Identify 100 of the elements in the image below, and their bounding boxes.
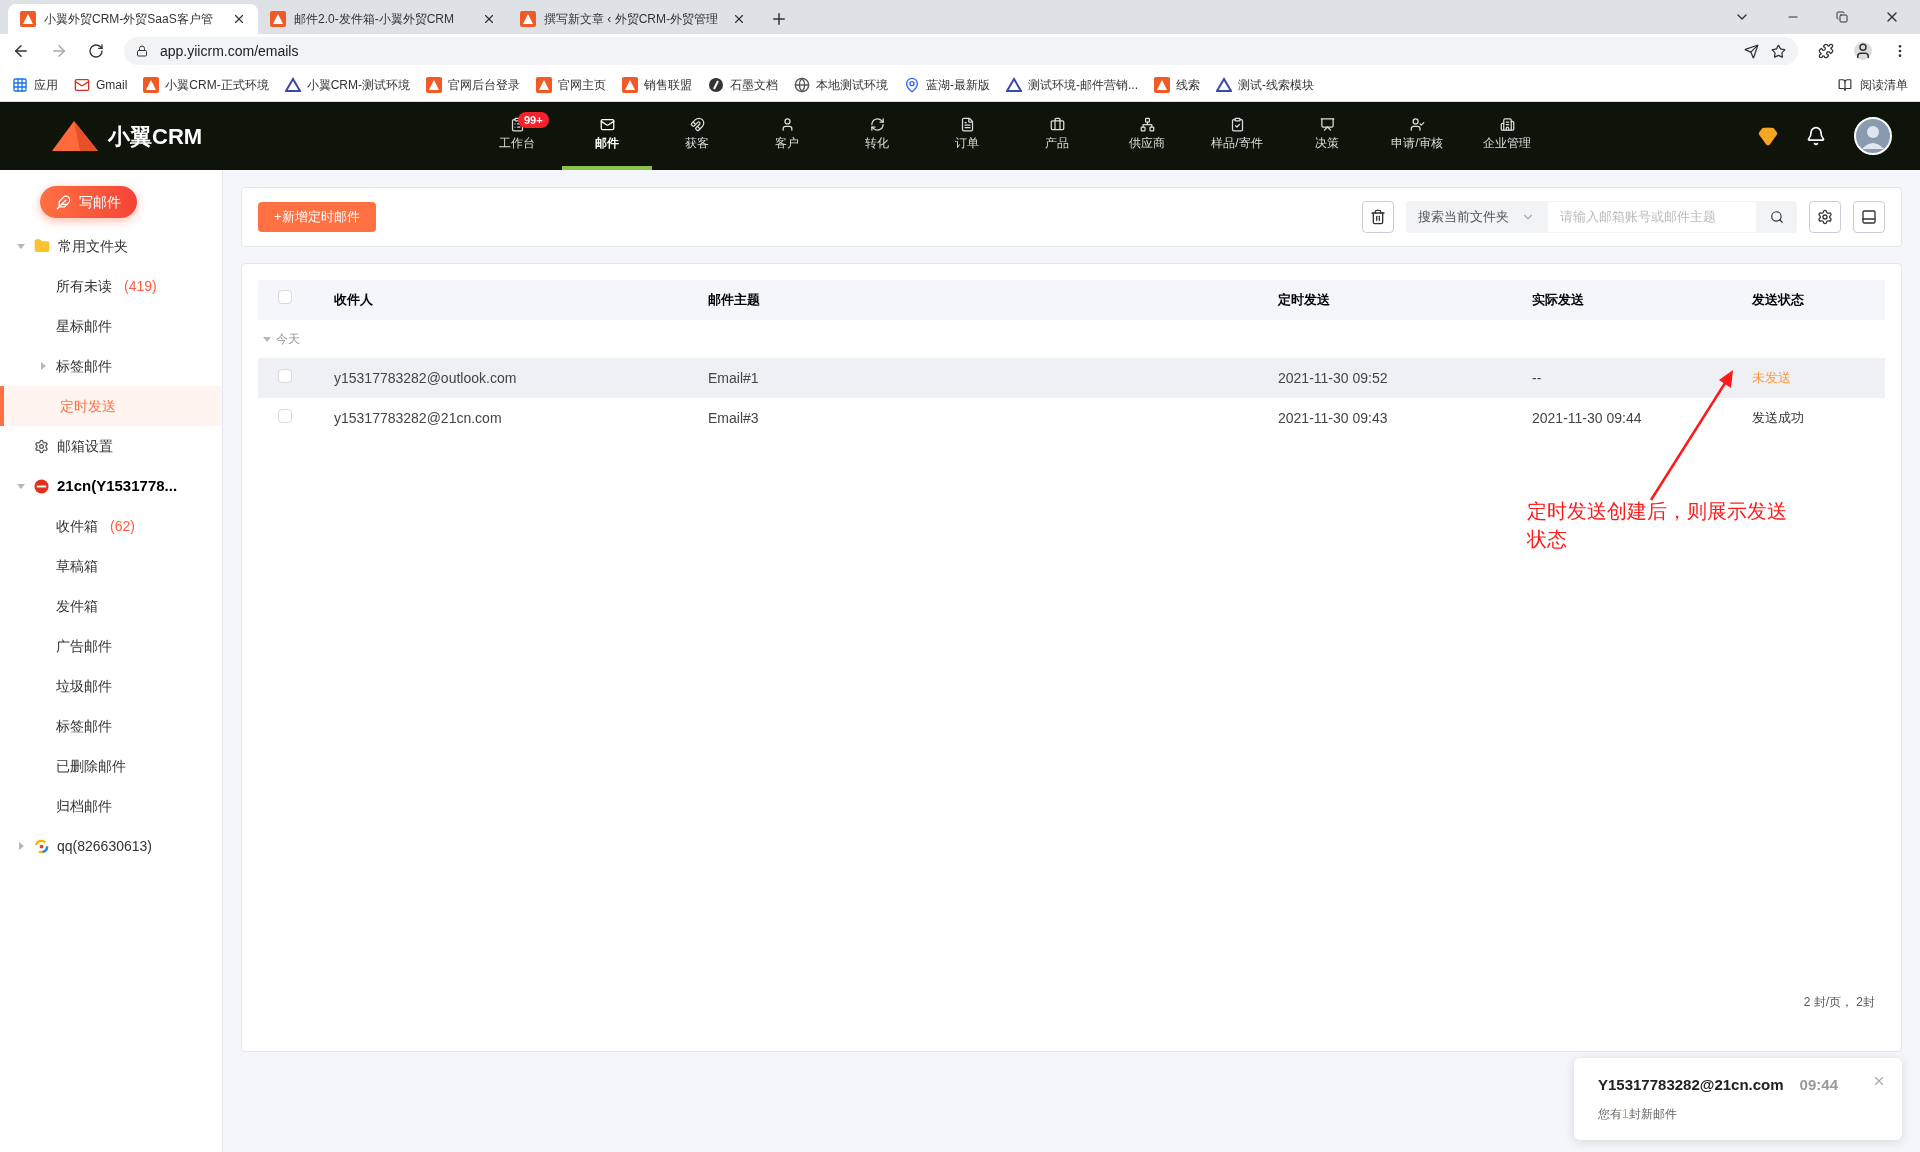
folder-item[interactable]: 标签邮件 [0, 346, 222, 386]
bookmark[interactable]: 本地测试环境 [794, 75, 888, 94]
table-cell-text: Email#3 [708, 408, 760, 428]
column-header: 实际发送 [1532, 291, 1585, 310]
nav-tab[interactable]: 获客 [652, 102, 742, 170]
bookmark[interactable]: 小翼CRM-正式环境 [143, 75, 269, 94]
search-icon [1770, 210, 1784, 224]
bookmark[interactable]: Gmail [74, 75, 128, 94]
new-tab-icon[interactable] [770, 10, 788, 28]
search-field[interactable]: 请输入邮箱账号或邮件主题 [1547, 201, 1757, 233]
checkbox[interactable] [278, 408, 292, 423]
sender-email: Y15317783282@21cn.com [1598, 1075, 1784, 1095]
triangle-icon [1006, 76, 1022, 93]
column-header: 定时发送 [1278, 291, 1331, 310]
settings-button[interactable] [1809, 201, 1841, 233]
folder-item[interactable]: 垃圾邮件 [0, 666, 222, 706]
nav-icon [1499, 116, 1515, 132]
delete-button[interactable] [1362, 201, 1394, 233]
browser-tab[interactable]: 小翼外贸CRM-外贸SaaS客户管 [8, 4, 258, 34]
avatar[interactable] [1854, 117, 1892, 155]
nav-tab[interactable]: 企业管理 [1462, 102, 1552, 170]
nav-icon [869, 116, 885, 132]
unread-count: (419) [124, 276, 157, 296]
folder-item[interactable]: 广告邮件 [0, 626, 222, 666]
apps-icon [12, 76, 28, 93]
table-cell-text: 2021-11-30 09:43 [1278, 408, 1389, 428]
feather-icon [56, 194, 71, 210]
folder-item[interactable]: 草稿箱 [0, 546, 222, 586]
bookmark[interactable]: 官网后台登录 [426, 75, 520, 94]
extensions-icon[interactable] [1818, 43, 1834, 59]
lock-icon [136, 45, 148, 57]
notification-icon[interactable] [1806, 126, 1826, 146]
folder-item[interactable]: 发件箱 [0, 586, 222, 626]
nav-tab[interactable]: 邮件 [562, 102, 652, 170]
logo-icon [20, 11, 36, 27]
logo-icon [50, 119, 100, 153]
folder-item[interactable]: 星标邮件 [0, 306, 222, 346]
bookmark[interactable]: 石墨文档 [708, 75, 778, 94]
logo-icon [426, 76, 442, 93]
folder-group[interactable]: 常用文件夹 [0, 226, 222, 266]
toast-time: 09:44 [1799, 1075, 1838, 1095]
nav-tab[interactable]: 转化 [832, 102, 922, 170]
folder-item[interactable]: 所有未读 (419) [0, 266, 222, 306]
feather-circle-icon [708, 76, 724, 93]
table-cell-text: -- [1532, 368, 1543, 388]
bookmark[interactable]: 小翼CRM-测试环境 [284, 75, 410, 94]
checkbox[interactable] [278, 368, 292, 383]
send-icon[interactable] [1744, 43, 1759, 59]
column-header: 邮件主题 [708, 291, 761, 310]
bookmark[interactable]: 线索 [1154, 75, 1200, 94]
status-text: 发送成功 [1752, 409, 1805, 428]
nav-icon [1319, 116, 1335, 132]
bookmark[interactable]: 应用 [12, 75, 58, 94]
back-icon[interactable] [12, 42, 30, 60]
url-text: app.yiicrm.com/emails [160, 41, 299, 61]
folder-group[interactable]: qq(826630613) [0, 826, 222, 866]
nav-tab[interactable]: 决策 [1282, 102, 1372, 170]
folder-item[interactable]: 标签邮件 [0, 706, 222, 746]
column-header: 收件人 [334, 291, 374, 310]
folder-group[interactable]: 邮箱设置 [0, 426, 222, 466]
reload-icon[interactable] [88, 43, 104, 59]
nav-tab[interactable]: 申请/审核 [1372, 102, 1462, 170]
bookmark-star-icon[interactable] [1771, 43, 1786, 59]
reading-list-button[interactable]: 阅读清单 [1838, 75, 1908, 94]
folder-group[interactable]: 21cn(Y1531778... [0, 466, 222, 506]
folder-item[interactable]: 已删除邮件 [0, 746, 222, 786]
pagination-text: 2 封/页， 2封 [1803, 994, 1875, 1011]
pin-icon [904, 76, 920, 93]
close-icon[interactable] [482, 12, 496, 26]
settings-icon [1817, 209, 1833, 225]
close-icon[interactable] [732, 12, 746, 26]
nav-tab[interactable]: 产品 [1012, 102, 1102, 170]
close-icon[interactable] [232, 12, 246, 26]
nav-tab[interactable]: 客户 [742, 102, 832, 170]
table-row[interactable]: y15317783282@outlook.com Email#1 2021-11-30 09:52 -- 未发送 [258, 358, 1885, 398]
logo-icon [520, 11, 536, 27]
bookmark[interactable]: 测试-线索模块 [1216, 75, 1314, 94]
diamond-icon[interactable] [1758, 126, 1778, 146]
tab-title: 小翼外贸CRM-外贸SaaS客户管 [44, 11, 214, 28]
nav-tab[interactable]: 样品/寄件 [1192, 102, 1282, 170]
profile-icon[interactable] [1854, 42, 1872, 60]
tab-title: 撰写新文章 ‹ 外贸CRM-外贸管理 [544, 11, 719, 28]
column-header: 发送状态 [1752, 291, 1805, 310]
address-field[interactable]: app.yiicrm.com/emails [124, 37, 1798, 65]
trash-icon [1370, 209, 1386, 225]
folder-item[interactable]: 收件箱 (62) [0, 506, 222, 546]
layout-button[interactable] [1853, 201, 1885, 233]
nav-tab[interactable]: 工作台 99+ [472, 102, 562, 170]
bookmark[interactable]: 蓝湖-最新版 [904, 75, 990, 94]
nav-tab[interactable]: 订单 [922, 102, 1012, 170]
bookmark[interactable]: 销售联盟 [622, 75, 692, 94]
unread-count: (62) [110, 516, 135, 536]
bookmark[interactable]: 测试环境-邮件营销... [1006, 75, 1138, 94]
folder-item[interactable]: 归档邮件 [0, 786, 222, 826]
bookmark[interactable]: 官网主页 [536, 75, 606, 94]
restore-icon[interactable] [1836, 11, 1848, 23]
tab-title: 邮件2.0-发件箱-小翼外贸CRM [294, 11, 455, 28]
nav-tab[interactable]: 供应商 [1102, 102, 1192, 170]
scope-dropdown[interactable]: 搜索当前文件夹 [1406, 201, 1547, 233]
checkbox[interactable] [278, 290, 292, 305]
